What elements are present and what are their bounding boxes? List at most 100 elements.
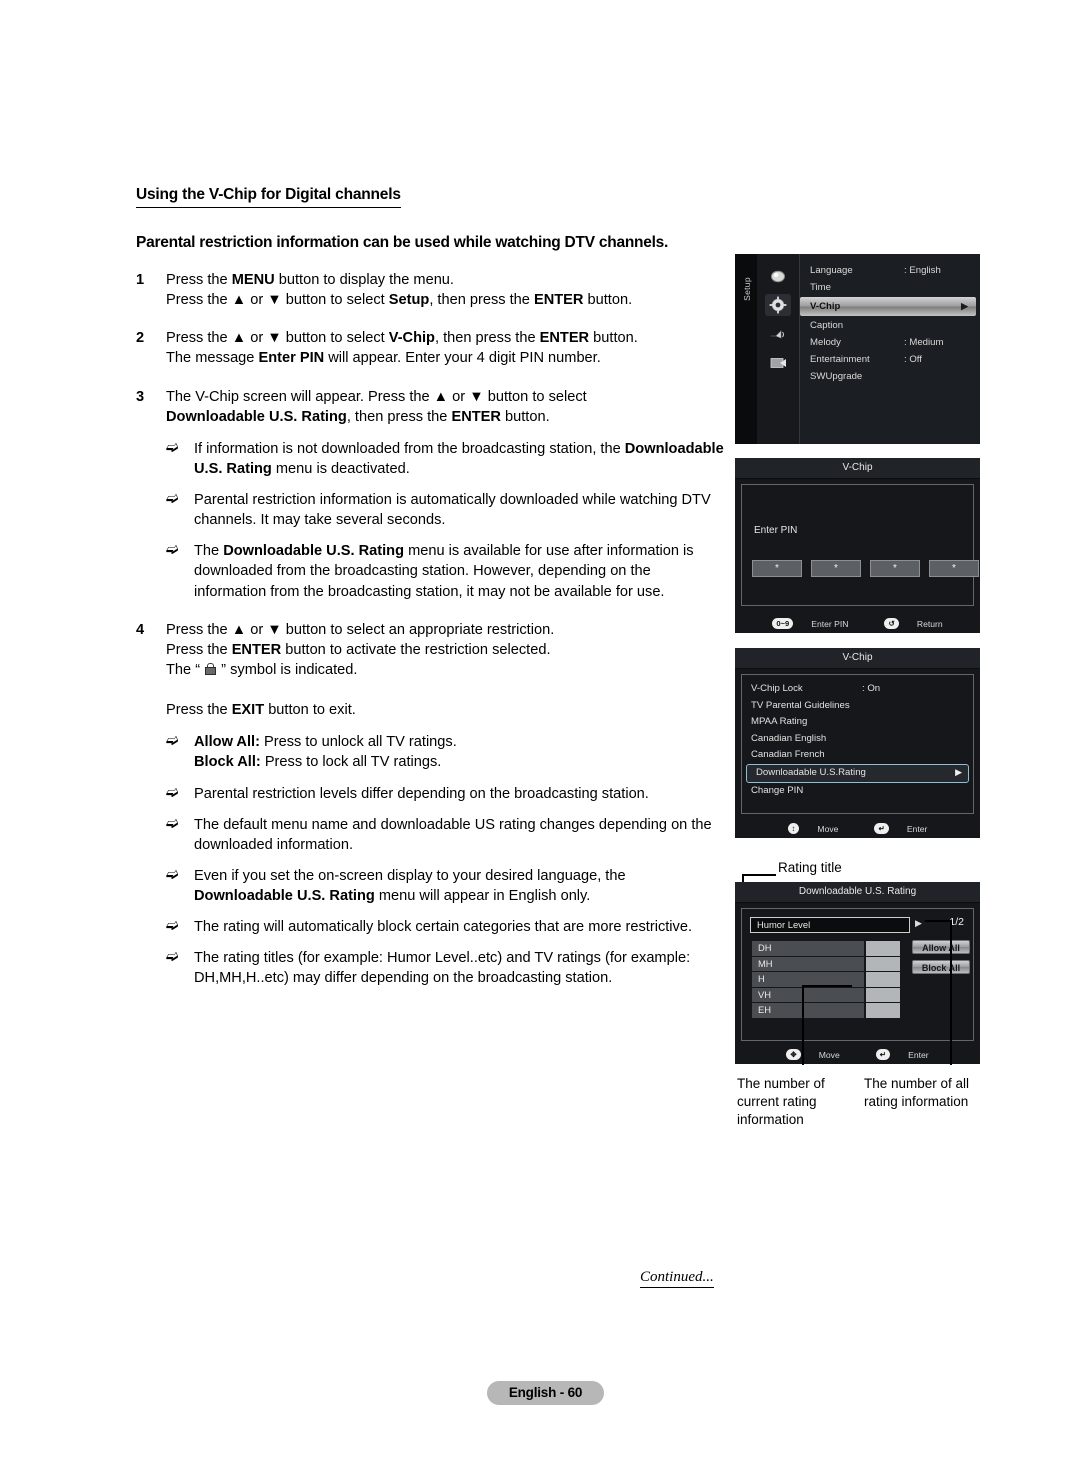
step-text: Press the ▲ or ▼ button to select an app… xyxy=(166,621,555,719)
setup-menu-item[interactable]: V-Chip ▶ xyxy=(800,297,976,316)
arrow-bullet-icon: ➫ xyxy=(166,865,179,883)
pin-digit-field[interactable]: * xyxy=(752,560,802,577)
rating-checkbox[interactable] xyxy=(866,972,900,987)
note-item: ➫ The Downloadable U.S. Rating menu is av… xyxy=(166,541,726,601)
tv-screenshot-enter-pin: V-Chip Enter PIN * * * * 0~9 Enter PIN ↺ Retur… xyxy=(735,458,980,633)
key-glyph-icon: ↵ xyxy=(875,1049,891,1060)
rating-row[interactable]: MH xyxy=(752,956,900,971)
vchip-menu-rows: V-Chip Lock: On TV Parental Guidelines MPA… xyxy=(741,674,974,814)
step-4: 4 Press the ▲ or ▼ button to select an ap… xyxy=(136,620,726,721)
pin-digit-field[interactable]: * xyxy=(811,560,861,577)
chevron-right-icon: ▶ xyxy=(955,766,962,777)
arrow-bullet-icon: ➫ xyxy=(166,438,179,456)
note-item: ➫ The rating titles (for example: Humor L… xyxy=(166,948,726,988)
vchip-menu-item[interactable]: Change PIN xyxy=(742,783,973,800)
chevron-right-icon: ▶ xyxy=(915,918,922,928)
note-text: If information is not downloaded from th… xyxy=(194,440,724,477)
rating-row[interactable]: DH xyxy=(752,941,900,956)
input-source-icon xyxy=(765,352,791,374)
note-item: ➫ The rating will automatically block cer… xyxy=(166,917,726,937)
callout-rating-title: Rating title xyxy=(778,860,842,875)
pin-digit-field[interactable]: * xyxy=(929,560,979,577)
note-text: Allow All: Press to unlock all TV rating… xyxy=(194,734,457,771)
dur-dialog-body: Humor Level ▶ 1/2 DH MH H VH EH Allow All Blo… xyxy=(741,908,974,1041)
key-glyph-icon: ✥ xyxy=(786,1049,801,1060)
arrow-bullet-icon: ➫ xyxy=(166,732,179,750)
step-number: 2 xyxy=(136,330,145,347)
vchip-menu-item-label: TV Parental Guidelines xyxy=(751,699,850,711)
setup-menu-item-label: Melody xyxy=(810,337,841,348)
dur-rating-table[interactable]: DH MH H VH EH xyxy=(752,941,900,1019)
rating-row[interactable]: VH xyxy=(752,987,900,1002)
note-text: The rating will automatically block cert… xyxy=(194,919,693,936)
note-text: The rating titles (for example: Humor Le… xyxy=(194,950,691,987)
vchip-menu-item[interactable]: Canadian French xyxy=(742,747,973,764)
setup-menu-item[interactable]: Melody: Medium xyxy=(800,334,980,351)
callout-total-rule-v xyxy=(950,920,952,1065)
vchip-menu-item-label: Change PIN xyxy=(751,784,804,796)
setup-menu-item[interactable]: Time xyxy=(800,279,980,296)
steps-list: 1 Press the MENU button to display the me… xyxy=(136,270,726,989)
note-text: The Downloadable U.S. Rating menu is ava… xyxy=(194,543,694,600)
document-text-column: Using the V-Chip for Digital channels Pa… xyxy=(136,186,726,989)
callout-total-rule-h xyxy=(925,920,952,922)
continued-label: Continued... xyxy=(640,1269,714,1288)
dur-footer-hint: ✥ Move xyxy=(777,1049,848,1060)
setup-menu-item[interactable]: Language: English xyxy=(800,262,980,279)
sound-icon xyxy=(765,323,791,345)
note-text: Even if you set the on-screen display to… xyxy=(194,867,626,904)
arrow-bullet-icon: ➫ xyxy=(166,541,179,559)
rating-checkbox[interactable] xyxy=(866,987,900,1002)
arrow-bullet-icon: ➫ xyxy=(166,783,179,801)
tv-screenshot-vchip-menu: V-Chip V-Chip Lock: On TV Parental Guidel… xyxy=(735,648,980,838)
key-hint-label: Move xyxy=(817,824,839,834)
vchip-menu-item[interactable]: Downloadable U.S.Rating ▶ xyxy=(746,763,969,783)
rating-checkbox[interactable] xyxy=(866,1003,900,1018)
note-text: The default menu name and downloadable U… xyxy=(194,816,712,853)
dur-action-buttons[interactable]: Allow All Block All xyxy=(912,940,970,980)
lead-paragraph: Parental restriction information can be … xyxy=(136,234,669,251)
callout-current-rule-v xyxy=(802,985,804,1065)
vchip-footer-hint: ↵ Enter xyxy=(865,823,936,834)
allow-all-button[interactable]: Allow All xyxy=(912,940,970,954)
setup-gear-icon xyxy=(765,294,791,316)
note-item: ➫ The default menu name and downloadable … xyxy=(166,815,726,855)
setup-menu-item-value: : Off xyxy=(904,354,922,365)
vchip-menu-item[interactable]: Canadian English xyxy=(742,731,973,748)
rating-checkbox[interactable] xyxy=(866,956,900,971)
step-number: 1 xyxy=(136,272,145,288)
key-hint-label: Move xyxy=(818,1050,840,1060)
note-item: ➫ Allow All: Press to unlock all TV ratin… xyxy=(166,732,726,772)
block-all-button[interactable]: Block All xyxy=(912,960,970,974)
vchip-menu-item-label: Canadian French xyxy=(751,749,825,760)
setup-icon-column xyxy=(757,254,800,444)
callout-current-rule-h xyxy=(802,985,852,987)
note-item: ➫ Even if you set the on-screen display t… xyxy=(166,866,726,906)
rating-label: VH xyxy=(752,987,864,1002)
arrow-bullet-icon: ➫ xyxy=(166,948,179,966)
step-text: Press the ▲ or ▼ button to select V-Chip… xyxy=(166,330,638,367)
vchip-menu-item-value: : On xyxy=(862,683,881,694)
key-glyph-icon: 0~9 xyxy=(772,618,794,629)
tv-screenshot-downloadable-rating: Downloadable U.S. Rating Humor Level ▶ 1… xyxy=(735,882,980,1064)
dur-rating-title-field[interactable]: Humor Level xyxy=(750,917,910,933)
setup-menu-item[interactable]: Entertainment: Off xyxy=(800,351,980,368)
vchip-menu-item[interactable]: TV Parental Guidelines xyxy=(742,698,973,715)
rating-row[interactable]: EH xyxy=(752,1003,900,1018)
step-4-notes: ➫ Allow All: Press to unlock all TV ratin… xyxy=(166,732,726,988)
callout-rating-title-rule-h xyxy=(742,874,776,876)
note-item: ➫ If information is not downloaded from t… xyxy=(166,439,726,479)
step-2: 2 Press the ▲ or ▼ button to select V-Chi… xyxy=(136,328,726,368)
vchip-menu-item[interactable]: MPAA Rating xyxy=(742,714,973,731)
vchip-dialog-title: V-Chip xyxy=(735,648,980,669)
setup-menu-item[interactable]: SWUpgrade xyxy=(800,368,980,385)
pin-digit-field[interactable]: * xyxy=(870,560,920,577)
rating-checkbox[interactable] xyxy=(866,941,900,956)
key-glyph-icon: ↵ xyxy=(874,823,889,834)
pin-input-group[interactable]: * * * * xyxy=(752,560,979,577)
pin-footer-hint: 0~9 Enter PIN xyxy=(763,618,857,629)
setup-menu-item[interactable]: Caption xyxy=(800,317,980,334)
pin-dialog-footer: 0~9 Enter PIN ↺ Return xyxy=(735,615,980,633)
arrow-bullet-icon: ➫ xyxy=(166,814,179,832)
vchip-menu-item[interactable]: V-Chip Lock: On xyxy=(742,681,973,698)
